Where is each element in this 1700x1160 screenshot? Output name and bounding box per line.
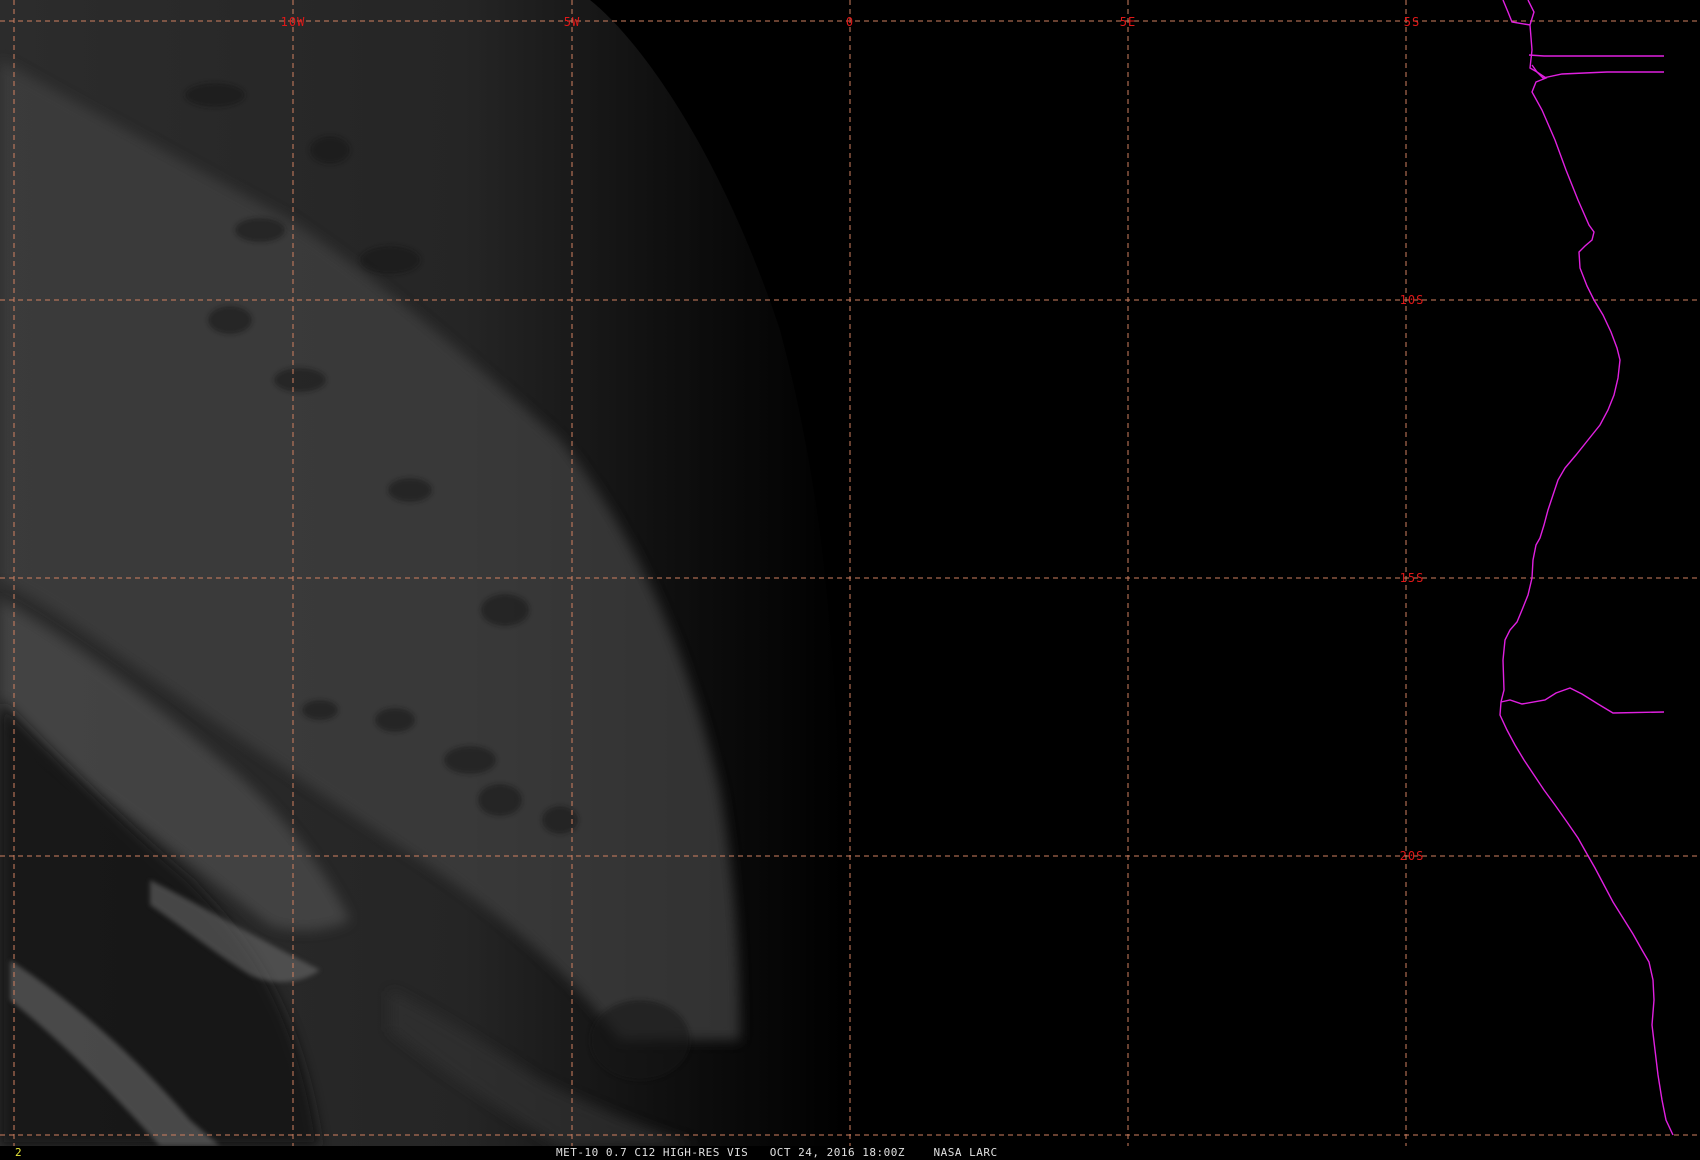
product-caption: MET-10 0.7 C12 HIGH-RES VIS OCT 24, 2016… (556, 1146, 998, 1160)
latitude-label: 10S (1400, 293, 1425, 307)
country-border (1500, 687, 1665, 714)
country-border (1528, 54, 1664, 79)
data-source: NASA LARC (933, 1146, 998, 1159)
coastline (1499, 0, 1674, 1136)
longitude-label: 0 (846, 15, 854, 29)
latitude-label: 15S (1400, 571, 1425, 585)
longitude-label: 5E (1120, 15, 1136, 29)
coastline-boundaries (1499, 0, 1674, 1136)
longitude-label: 10W (281, 15, 306, 29)
cloud-imagery (0, 0, 845, 1146)
longitude-label: 5W (564, 15, 580, 29)
latitude-label: 20S (1400, 849, 1425, 863)
latitude-label: 5S (1404, 15, 1420, 29)
product-name: MET-10 0.7 C12 HIGH-RES VIS (556, 1146, 749, 1159)
status-bar: 2 MET-10 0.7 C12 HIGH-RES VIS OCT 24, 20… (0, 1146, 1700, 1160)
frame-number: 2 (15, 1146, 22, 1159)
satellite-image-view[interactable]: 10W 5W 0 5E 5S 10S 15S 20S (0, 0, 1700, 1160)
image-datetime: OCT 24, 2016 18:00Z (769, 1146, 906, 1159)
